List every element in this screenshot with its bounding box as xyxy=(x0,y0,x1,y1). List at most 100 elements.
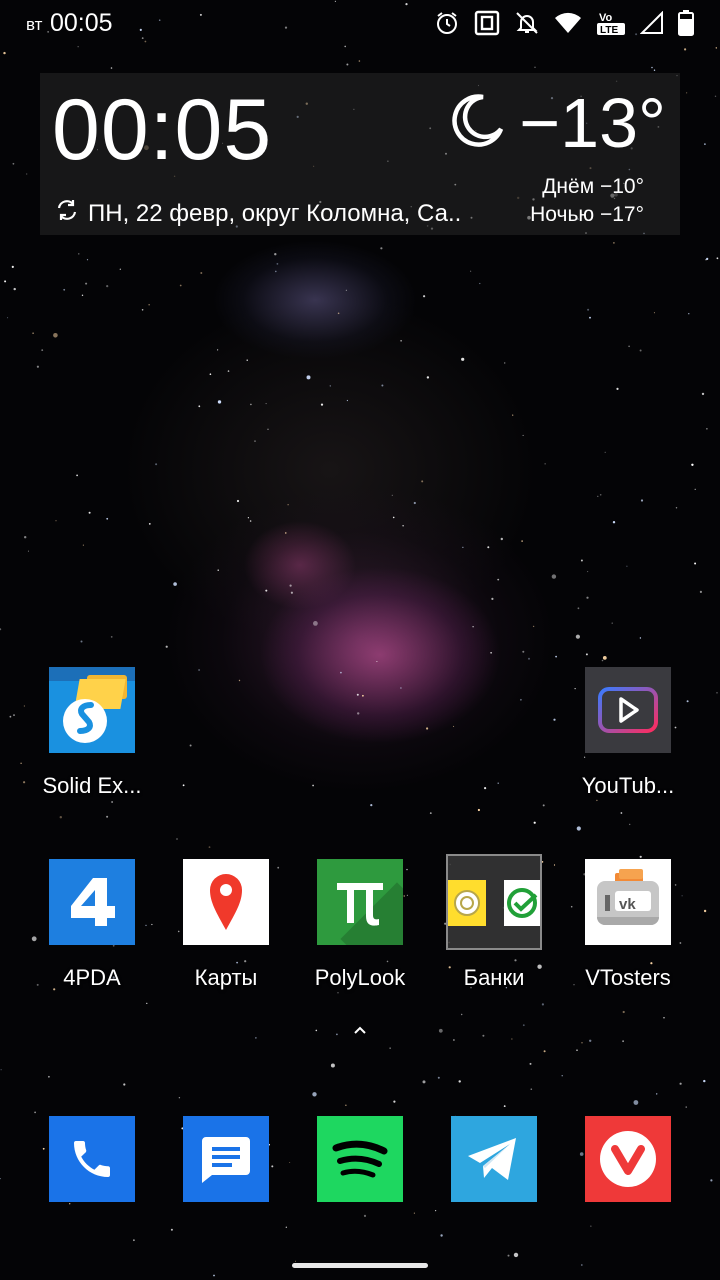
star xyxy=(507,1254,510,1257)
widget-time[interactable]: 00:05 xyxy=(52,85,272,175)
star xyxy=(663,1017,665,1019)
star xyxy=(346,63,349,66)
star xyxy=(706,428,708,430)
star xyxy=(694,488,696,490)
star xyxy=(337,312,340,315)
refresh-icon[interactable] xyxy=(54,197,80,230)
star xyxy=(48,1075,50,1078)
star xyxy=(639,637,642,639)
messages-icon[interactable] xyxy=(183,1116,269,1202)
day-temperature: Днём −10° xyxy=(542,175,644,198)
star xyxy=(530,1088,533,1090)
youtube-vanced-icon[interactable] xyxy=(585,667,671,753)
star xyxy=(400,340,402,342)
star xyxy=(330,1063,335,1068)
widget-temperature[interactable]: −13° xyxy=(519,85,666,161)
phone-icon[interactable] xyxy=(49,1116,135,1202)
app-drawer-arrow-icon[interactable] xyxy=(351,1023,369,1041)
star xyxy=(616,387,619,390)
star xyxy=(599,494,602,496)
star xyxy=(227,370,230,372)
star xyxy=(586,596,589,599)
star xyxy=(653,312,655,314)
telegram-icon[interactable] xyxy=(451,1116,537,1202)
star xyxy=(356,693,359,696)
star xyxy=(217,569,219,571)
star xyxy=(148,304,150,306)
dock-spotify[interactable] xyxy=(295,1116,425,1202)
app-folder-banks[interactable]: Банки xyxy=(429,854,559,991)
star xyxy=(503,1105,506,1107)
app-polylook[interactable]: PolyLook xyxy=(295,859,425,991)
star xyxy=(363,1214,367,1217)
star xyxy=(651,66,653,69)
star xyxy=(179,284,182,287)
spotify-icon[interactable] xyxy=(317,1116,403,1202)
star xyxy=(590,1225,592,1227)
star xyxy=(155,463,158,466)
star xyxy=(312,1092,317,1097)
folder-icon[interactable] xyxy=(446,854,542,950)
star xyxy=(53,333,58,338)
star xyxy=(24,536,27,539)
app-label: Банки xyxy=(463,965,525,990)
clock-weather-widget[interactable]: 00:05 −13° ПН, 22 февр, округ Коломна, С… xyxy=(40,73,680,235)
star xyxy=(626,565,628,567)
star xyxy=(426,376,430,379)
star xyxy=(581,1042,583,1044)
vtosters-icon[interactable]: vk xyxy=(585,859,671,945)
app-youtube-vanced[interactable]: YouTub... xyxy=(563,667,693,799)
dock-messages[interactable] xyxy=(161,1116,291,1202)
star xyxy=(675,507,678,509)
app-maps[interactable]: Карты xyxy=(161,859,291,991)
dock-vivaldi[interactable] xyxy=(563,1116,693,1202)
app-solid-explorer[interactable]: Solid Ex... xyxy=(27,667,157,799)
polylook-icon[interactable] xyxy=(317,859,403,945)
app-vtosters[interactable]: vk VTosters xyxy=(563,859,693,991)
star xyxy=(714,95,717,98)
star xyxy=(20,762,22,764)
solid-explorer-icon[interactable] xyxy=(49,667,135,753)
star xyxy=(267,428,269,430)
gesture-nav-bar[interactable] xyxy=(292,1263,428,1268)
widget-date-location[interactable]: ПН, 22 февр, округ Коломна, Са.. xyxy=(54,197,461,230)
star xyxy=(106,815,109,818)
star xyxy=(613,242,615,244)
star xyxy=(36,365,40,368)
star xyxy=(490,652,492,654)
star xyxy=(389,1047,391,1049)
status-day: вт xyxy=(26,15,43,34)
star xyxy=(710,1179,713,1182)
star xyxy=(358,60,361,62)
star xyxy=(393,1100,396,1103)
star xyxy=(679,1082,682,1085)
star xyxy=(653,69,656,71)
date-location-text: ПН, 22 февр, округ Коломна, Са.. xyxy=(88,199,462,227)
dock-phone[interactable] xyxy=(27,1116,157,1202)
4pda-icon[interactable] xyxy=(49,859,135,945)
star xyxy=(691,463,694,466)
vivaldi-icon[interactable] xyxy=(585,1116,671,1202)
star xyxy=(589,1039,592,1043)
star xyxy=(26,173,28,175)
maps-icon[interactable] xyxy=(183,859,269,945)
dock-telegram[interactable] xyxy=(429,1116,559,1202)
star xyxy=(461,1013,463,1016)
star xyxy=(477,808,480,812)
star xyxy=(596,799,598,802)
star xyxy=(461,357,465,361)
star xyxy=(78,253,80,255)
star xyxy=(601,659,604,662)
status-time: 00:05 xyxy=(50,9,113,37)
star xyxy=(178,1097,181,1099)
star xyxy=(170,1228,173,1231)
star xyxy=(81,294,84,296)
star xyxy=(458,1080,461,1083)
star xyxy=(703,1079,706,1083)
star xyxy=(542,804,545,807)
app-4pda[interactable]: 4PDA xyxy=(27,859,157,991)
star xyxy=(521,540,523,542)
star xyxy=(604,451,606,453)
app-label: VTosters xyxy=(585,965,671,990)
star xyxy=(165,645,168,648)
